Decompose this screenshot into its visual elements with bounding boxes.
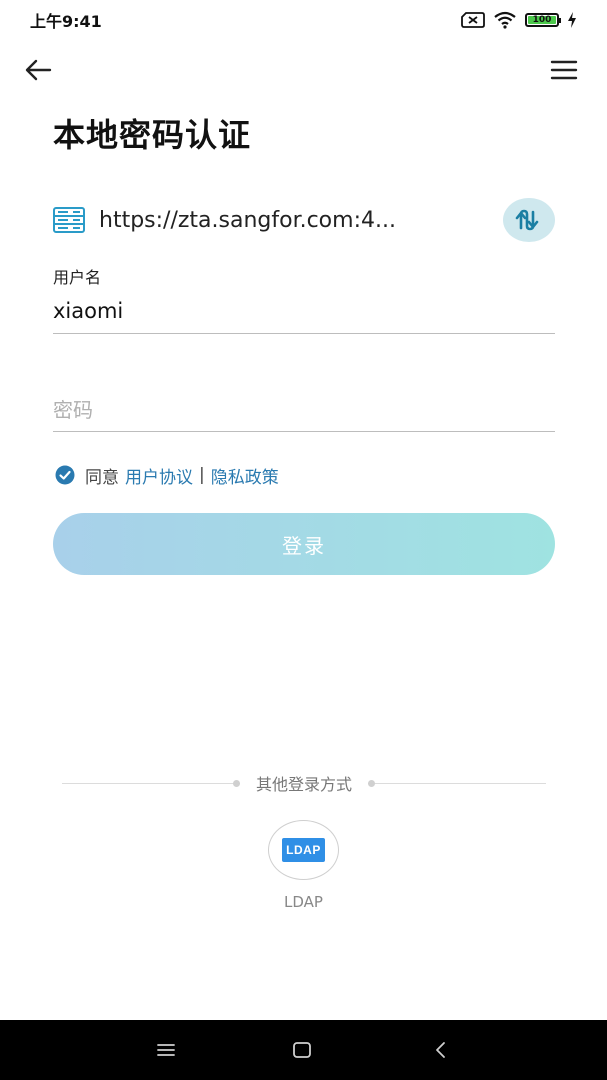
switch-server-button[interactable] (503, 198, 555, 242)
ldap-login-button[interactable]: LDAP (268, 820, 339, 880)
agreement-row: 同意 用户协议 | 隐私政策 (55, 462, 279, 488)
page-title: 本地密码认证 (53, 116, 252, 154)
other-login-title: 其他登录方式 (256, 775, 353, 794)
checkbox-checked-icon[interactable] (55, 465, 75, 485)
menu-icon[interactable] (549, 56, 579, 84)
password-input[interactable] (53, 388, 555, 432)
battery-level: 100 (532, 14, 552, 25)
status-bar: 上午9:41 100 (0, 0, 607, 40)
username-input[interactable] (53, 288, 555, 334)
status-time: 上午9:41 (30, 12, 102, 31)
divider-line-left (62, 779, 240, 787)
server-icon (53, 207, 85, 233)
other-login-divider: 其他登录方式 (62, 770, 547, 796)
ldap-icon: LDAP (282, 838, 325, 862)
switch-server-icon (515, 209, 539, 231)
agree-prefix: 同意 (85, 467, 119, 488)
battery-icon: 100 (525, 13, 561, 27)
wifi-icon (494, 11, 516, 29)
system-nav-bar (0, 1020, 607, 1080)
ldap-label: LDAP (284, 893, 323, 911)
back-arrow-icon[interactable] (22, 56, 54, 84)
divider-line-right (368, 779, 547, 787)
recent-apps-icon[interactable] (153, 1038, 179, 1062)
top-nav (0, 48, 607, 92)
user-agreement-link[interactable]: 用户协议 (125, 463, 193, 488)
login-button[interactable]: 登录 (53, 513, 555, 575)
charging-icon (568, 12, 576, 28)
status-icons: 100 (461, 11, 577, 29)
username-label: 用户名 (53, 268, 102, 287)
login-screen: 上午9:41 100 本地密码认证 https://zta.sangfor.co… (0, 0, 607, 1080)
back-icon[interactable] (428, 1038, 454, 1062)
sim-none-icon (461, 12, 485, 28)
server-address-row[interactable]: https://zta.sangfor.com:4... (53, 198, 555, 242)
agreement-separator: | (199, 465, 205, 485)
home-icon[interactable] (289, 1038, 315, 1062)
server-url: https://zta.sangfor.com:4... (99, 207, 396, 233)
privacy-policy-link[interactable]: 隐私政策 (211, 463, 279, 488)
